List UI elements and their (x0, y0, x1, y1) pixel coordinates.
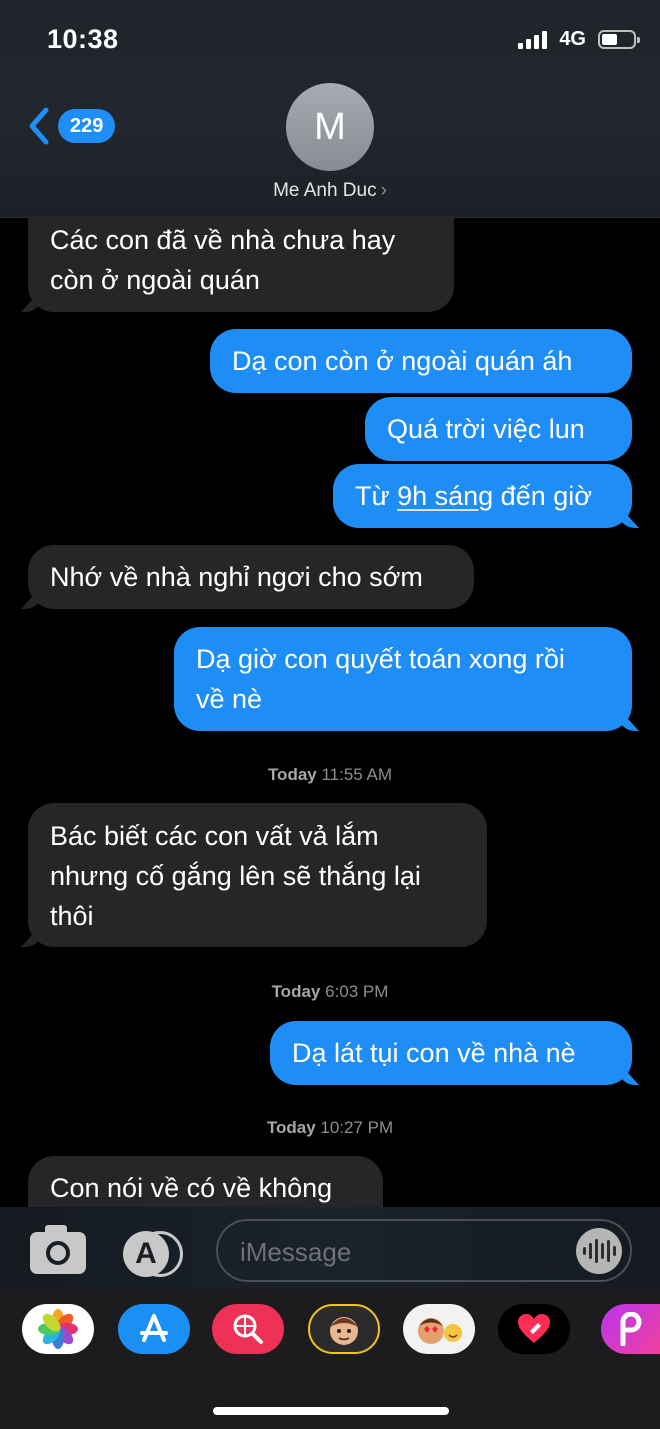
message-text-prefix: Từ (355, 481, 398, 511)
chevron-right-icon: › (380, 180, 387, 201)
avatar-initial: M (314, 105, 346, 148)
cellular-signal-icon (518, 30, 548, 49)
message-text: Dạ con còn ở ngoài quán áh (232, 346, 573, 376)
home-indicator[interactable] (213, 1407, 449, 1415)
app-store-icon[interactable] (118, 1304, 190, 1354)
message-bubble-received[interactable]: Nhớ về nhà nghỉ ngơi cho sớm (28, 545, 474, 609)
web-search-icon[interactable] (212, 1304, 284, 1354)
timestamp-day: Today (266, 1118, 316, 1137)
photos-flower-icon (38, 1309, 78, 1349)
memoji-icon[interactable] (308, 1304, 380, 1354)
back-button[interactable]: 229 (26, 104, 116, 148)
message-bubble-sent[interactable]: Dạ giờ con quyết toán xong rồi về nè (174, 627, 632, 731)
message-line: còn ở ngoài quán (50, 265, 260, 295)
conversation-header: 10:38 4G 229 M Me Anh Duc › (0, 0, 660, 218)
message-line: về nè (196, 684, 263, 714)
message-line: Bác biết các con vất vả lắm (50, 821, 379, 851)
message-line: thôi (50, 901, 94, 931)
timestamp-day: Today (271, 982, 321, 1001)
message-input[interactable]: iMessage (216, 1219, 632, 1282)
message-bubble-sent[interactable]: Quá trời việc lun (365, 397, 632, 461)
app-store-icon: A (123, 1231, 169, 1277)
digital-touch-icon[interactable] (498, 1304, 570, 1354)
unread-count-badge: 229 (58, 109, 116, 143)
message-bubble-received[interactable]: Các con đã về nhà chưa hay còn ở ngoài q… (28, 216, 454, 312)
message-text-suffix: đến giờ (493, 481, 592, 511)
timestamp-day: Today (267, 765, 317, 784)
heart-glyph (518, 1314, 550, 1343)
app-store-glyph (140, 1314, 168, 1342)
animoji-stickers-icon[interactable] (403, 1304, 475, 1354)
network-type: 4G (559, 28, 586, 50)
message-text: Con nói về có về không (50, 1173, 333, 1203)
timestamp: Today 11:55 AM (0, 765, 660, 785)
status-indicators: 4G (518, 28, 640, 51)
audio-message-icon[interactable] (576, 1228, 622, 1274)
message-bubble-sent[interactable]: Từ 9h sáng đến giờ (333, 464, 632, 528)
message-bubble-received[interactable]: Bác biết các con vất vả lắm nhưng cố gắn… (28, 803, 487, 947)
sticker-faces-glyph (418, 1318, 462, 1344)
globe-search-glyph (233, 1314, 263, 1344)
message-bubble-sent[interactable]: Dạ lát tụi con về nhà nè (270, 1021, 632, 1085)
timestamp: Today 6:03 PM (0, 982, 660, 1002)
message-text: Dạ lát tụi con về nhà nè (292, 1038, 576, 1068)
battery-icon (598, 30, 640, 49)
picsart-icon[interactable] (601, 1304, 660, 1354)
status-time: 10:38 (47, 24, 119, 54)
photos-icon[interactable] (22, 1304, 94, 1354)
message-text: Nhớ về nhà nghỉ ngơi cho sớm (50, 562, 423, 592)
message-line: Các con đã về nhà chưa hay (50, 225, 396, 255)
message-line: nhưng cố gắng lên sẽ thắng lại (50, 861, 421, 891)
message-input-placeholder: iMessage (240, 1237, 352, 1267)
timestamp: Today 10:27 PM (0, 1118, 660, 1138)
contact-name-button[interactable]: Me Anh Duc › (0, 180, 660, 202)
message-bubble-sent[interactable]: Dạ con còn ở ngoài quán áh (210, 329, 632, 393)
detected-time-link[interactable]: 9h sáng (397, 481, 493, 511)
message-text: Quá trời việc lun (387, 414, 585, 444)
timestamp-time: 11:55 AM (321, 765, 393, 784)
compose-bar: A iMessage (0, 1207, 660, 1289)
camera-icon[interactable] (30, 1225, 86, 1274)
app-store-toggle-button[interactable]: A (123, 1231, 185, 1277)
contact-name: Me Anh Duc (273, 180, 377, 201)
message-line: Dạ giờ con quyết toán xong rồi (196, 644, 565, 674)
contact-avatar[interactable]: M (286, 83, 374, 171)
memoji-face-glyph (330, 1317, 358, 1345)
chevron-left-icon (29, 107, 49, 145)
timestamp-time: 10:27 PM (320, 1118, 394, 1137)
timestamp-time: 6:03 PM (325, 982, 389, 1001)
picsart-p-glyph (620, 1312, 642, 1346)
